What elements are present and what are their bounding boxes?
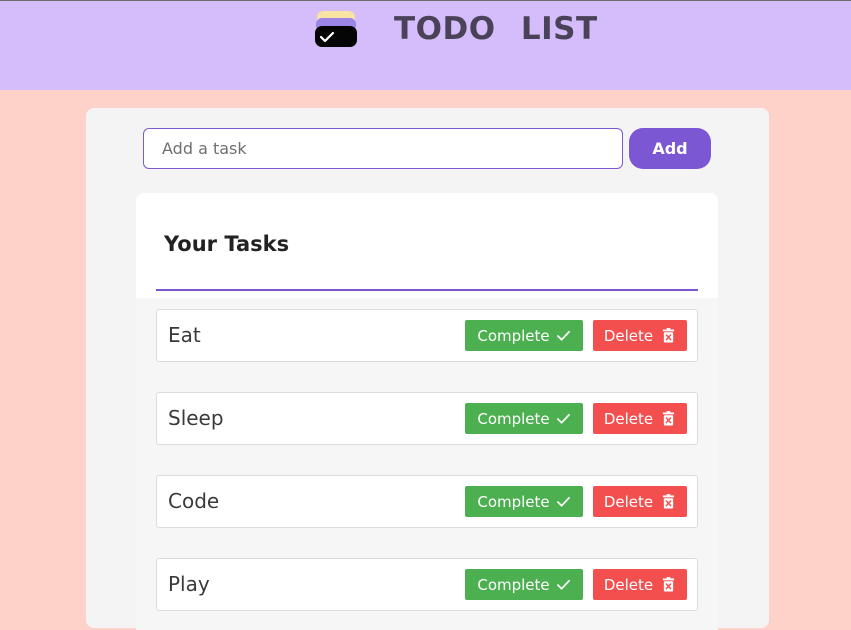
check-icon: [556, 411, 571, 426]
add-task-button[interactable]: Add: [629, 128, 711, 169]
delete-button-label: Delete: [603, 492, 654, 511]
trash-icon: [661, 577, 676, 592]
brand: [314, 9, 358, 51]
delete-button[interactable]: Delete: [593, 569, 687, 600]
todo-check-logo-icon: [314, 10, 358, 50]
task-item: Sleep Complete Delete: [156, 392, 698, 445]
trash-icon: [661, 411, 676, 426]
task-text: Code: [168, 489, 220, 513]
header-bar: TODO LIST: [0, 0, 851, 90]
complete-button-label: Complete: [477, 575, 550, 594]
check-icon: [556, 328, 571, 343]
task-item: Play Complete Delete: [156, 558, 698, 611]
heading-divider: [156, 289, 698, 291]
task-item: Code Complete Delete: [156, 475, 698, 528]
task-text: Eat: [168, 323, 201, 347]
tasks-heading: Your Tasks: [164, 232, 290, 256]
check-icon: [556, 494, 571, 509]
delete-button[interactable]: Delete: [593, 320, 687, 351]
delete-button-label: Delete: [603, 409, 654, 428]
delete-button-label: Delete: [603, 326, 654, 345]
complete-button[interactable]: Complete: [465, 486, 583, 517]
complete-button[interactable]: Complete: [465, 403, 583, 434]
app-title: TODO LIST: [394, 11, 598, 47]
task-text: Sleep: [168, 406, 224, 430]
complete-button-label: Complete: [477, 326, 550, 345]
complete-button[interactable]: Complete: [465, 320, 583, 351]
complete-button-label: Complete: [477, 409, 550, 428]
task-item: Eat Complete Delete: [156, 309, 698, 362]
check-icon: [556, 577, 571, 592]
task-text: Play: [168, 572, 210, 596]
delete-button[interactable]: Delete: [593, 403, 687, 434]
complete-button-label: Complete: [477, 492, 550, 511]
complete-button[interactable]: Complete: [465, 569, 583, 600]
delete-button[interactable]: Delete: [593, 486, 687, 517]
trash-icon: [661, 494, 676, 509]
delete-button-label: Delete: [603, 575, 654, 594]
trash-icon: [661, 328, 676, 343]
task-input[interactable]: [143, 128, 623, 169]
